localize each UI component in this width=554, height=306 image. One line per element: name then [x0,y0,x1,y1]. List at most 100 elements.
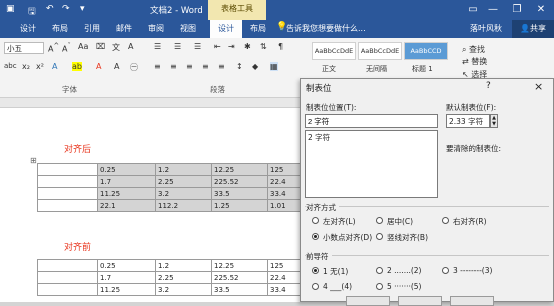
customize-qat-icon[interactable]: ▾ [80,4,85,14]
align-decimal-radio[interactable] [312,233,319,240]
share-label: 共享 [529,24,546,33]
increase-indent-icon[interactable]: ⇥ [228,42,235,51]
table-after[interactable]: 0.25 1.2 12.25 125 1.7 2.25 225.52 22.4 11.25 3… [37,163,304,212]
leader-dots-radio[interactable] [376,267,383,274]
person-icon: 👤 [520,24,530,33]
divider [305,206,549,207]
style-nospacing-label: 无间隔 [366,65,387,73]
tab-position-input[interactable] [305,114,438,128]
list-item[interactable]: 2 字符 [308,132,435,143]
table-row: 0.25 1.2 12.25 125 [37,259,304,272]
align-right-label: 右对齐(R) [453,217,487,226]
grow-font-icon[interactable]: A^ [48,42,59,54]
multilevel-icon[interactable]: ☰ [194,42,201,51]
style-heading1-sample[interactable]: AaBbCCD [404,42,448,60]
replace-icon: ⇄ [462,57,469,66]
chinese-layout-icon[interactable]: ✱ [244,42,251,51]
style-normal-label: 正文 [322,65,336,73]
font-color-icon[interactable]: A [96,62,101,71]
leader-underline-radio[interactable] [312,283,319,290]
tab-references[interactable]: 引用 [84,23,100,34]
dialog-button[interactable] [346,296,390,306]
tab-table-design[interactable]: 设计 [210,20,242,38]
subscript-icon[interactable]: x₂ [22,62,30,71]
table-move-handle-icon[interactable]: ⊞ [30,156,37,165]
dialog-close-button[interactable]: × [534,80,543,93]
clear-format-icon[interactable]: ⌧ [96,42,105,51]
tab-stop-list[interactable]: 2 字符 [305,130,438,198]
alignment-group-label: 对齐方式 [306,202,339,213]
border-char-icon[interactable]: A [128,42,133,51]
leader-dashes-radio[interactable] [442,267,449,274]
table-before[interactable]: 0.25 1.2 12.25 125 1.7 2.25 225.52 22.4 11.25 3… [37,259,304,296]
leader-middot-radio[interactable] [376,283,383,290]
default-tab-input[interactable]: 2.33 字符 [446,114,490,128]
align-bar-radio[interactable] [376,233,383,240]
distributed-icon[interactable]: ≡ [218,62,225,71]
find-button[interactable]: ⌕ 查找 [462,44,485,55]
show-marks-icon[interactable]: ¶ [278,42,283,51]
share-button[interactable]: 👤共享 [512,20,554,38]
strikethrough-icon[interactable]: abc [4,62,17,70]
paragraph-group-label: 段落 [210,85,225,94]
leader-dashes-label: 3 --------(3) [453,266,493,275]
decrease-indent-icon[interactable]: ⇤ [214,42,221,51]
default-tab-spinner[interactable]: ▲ ▼ [490,114,498,128]
align-center-radio[interactable] [376,217,383,224]
font-size-select[interactable]: 小五 [4,42,44,54]
minimize-button[interactable]: — [484,3,502,17]
replace-label: 替换 [471,57,488,66]
justify-icon[interactable]: ≡ [202,62,209,71]
dialog-help-button[interactable]: ? [486,81,491,91]
align-left-radio[interactable] [312,217,319,224]
redo-icon[interactable]: ↷ [62,4,70,14]
table-row: 11.25 3.2 33.5 33.4 [37,187,304,200]
tab-table-layout[interactable]: 布局 [250,23,266,34]
close-button[interactable]: ✕ [532,3,550,17]
align-bar-label: 竖线对齐(B) [387,233,428,242]
save-icon[interactable]: 🖫 [28,4,36,20]
align-center-icon[interactable]: ≡ [170,62,177,71]
highlight-icon[interactable]: ab [72,62,82,71]
dialog-button[interactable] [450,296,494,306]
style-normal-sample[interactable]: AaBbCcDdE [312,42,356,60]
dialog-button[interactable] [398,296,442,306]
ribbon-display-button[interactable]: ▭ [464,3,482,17]
tab-review[interactable]: 审阅 [148,23,164,34]
table-row: 22.1 112.2 1.25 1.01 [37,199,304,212]
replace-button[interactable]: ⇄ 替换 [462,56,487,67]
align-left-icon[interactable]: ≡ [154,62,161,71]
shrink-font-icon[interactable]: Aˇ [62,42,71,54]
align-right-icon[interactable]: ≡ [186,62,193,71]
tab-mailings[interactable]: 邮件 [116,23,132,34]
borders-icon[interactable]: ▦ [270,62,278,71]
tab-layout[interactable]: 布局 [52,23,68,34]
leader-none-label: 1 无(1) [323,267,349,276]
leader-middot-label: 5 ·······(5) [387,282,422,291]
shading-icon[interactable]: ◆ [252,62,258,71]
text-effects-icon[interactable]: A [52,62,57,71]
restore-button[interactable]: ❐ [508,3,526,17]
user-name[interactable]: 落叶风秋 [470,23,502,34]
tabs-to-clear-label: 要清除的制表位: [446,144,502,153]
line-spacing-icon[interactable]: ↕ [236,62,243,71]
leader-group-label: 前导符 [306,251,332,262]
numbering-icon[interactable]: ☰ [174,42,181,51]
tab-view[interactable]: 视图 [180,23,196,34]
heading-after-alignment: 对齐后 [64,145,92,155]
sort-icon[interactable]: ⇅ [260,42,267,51]
undo-icon[interactable]: ↶ [46,4,54,14]
align-left-label: 左对齐(L) [323,217,356,226]
align-right-radio[interactable] [442,217,449,224]
bullets-icon[interactable]: ☰ [154,42,161,51]
change-case-icon[interactable]: Aa [78,42,88,51]
superscript-icon[interactable]: x² [36,62,44,71]
tab-design[interactable]: 设计 [20,23,36,34]
style-nospacing-sample[interactable]: AaBbCcDdE [358,42,402,60]
tell-me-search[interactable]: 告诉我您想要做什么... [286,23,366,34]
enclose-char-icon[interactable]: ㊀ [130,62,138,73]
char-shading-icon[interactable]: A [114,62,119,71]
phonetic-icon[interactable]: 文 [112,42,120,53]
leader-none-radio[interactable] [312,267,319,274]
heading-before-alignment: 对齐前 [64,243,92,253]
